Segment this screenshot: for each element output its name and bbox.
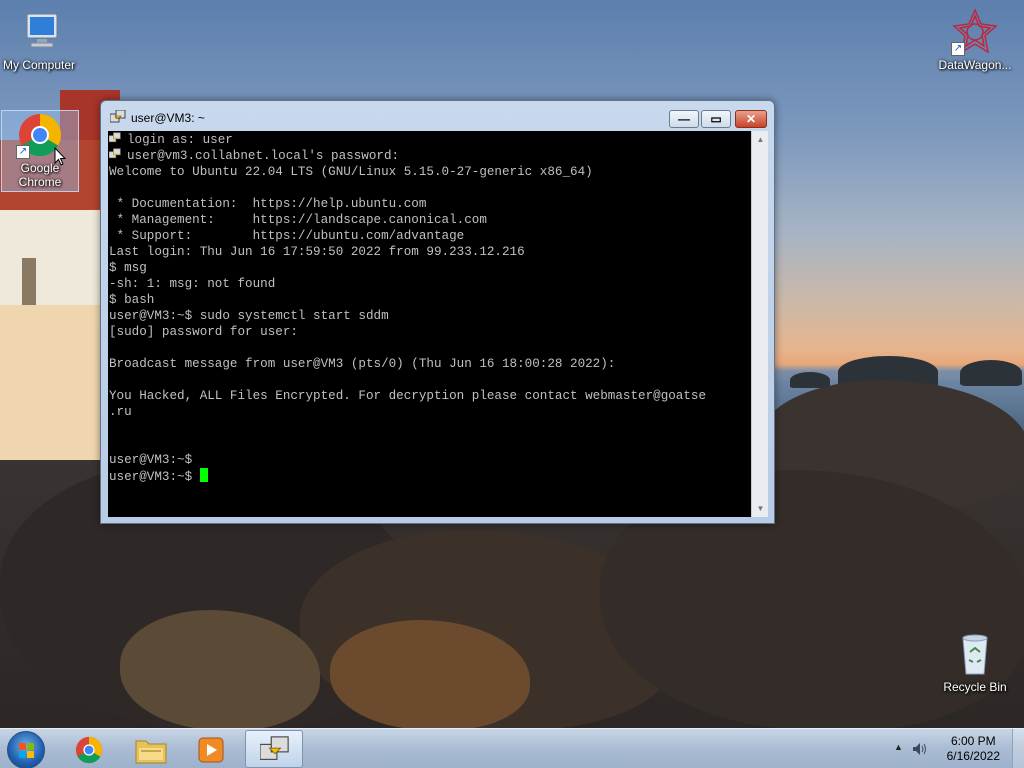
start-button[interactable] (7, 731, 45, 768)
terminal-line-text: Broadcast message from user@VM3 (pts/0) … (109, 357, 616, 371)
terminal-line-text: login as: user (127, 133, 233, 147)
terminal-line: user@vm3.collabnet.local's password: (109, 148, 750, 164)
terminal-line-text: $ bash (109, 293, 155, 307)
putty-icon (109, 109, 126, 124)
putty-icon (109, 132, 121, 143)
clock-time: 6:00 PM (950, 734, 996, 748)
speaker-icon[interactable] (912, 742, 928, 756)
putty-taskbar-button[interactable] (245, 730, 303, 768)
desktop-icon-label: Google Chrome (18, 161, 62, 189)
terminal-line: $ bash (109, 292, 750, 308)
terminal-line-text: $ msg (109, 261, 147, 275)
putty-icon (260, 736, 289, 760)
terminal-line: -sh: 1: msg: not found (109, 276, 750, 292)
terminal-line: Welcome to Ubuntu 22.04 LTS (GNU/Linux 5… (109, 164, 750, 180)
terminal-line-text: .ru (109, 405, 132, 419)
terminal-line: user@VM3:~$ (109, 468, 750, 484)
terminal-line: login as: user (109, 132, 750, 148)
system-tray: ▲ 6:00 PM 6/16/2022 (884, 729, 1024, 768)
windows-logo-icon (19, 743, 34, 758)
clock-date: 6/16/2022 (946, 749, 1000, 763)
terminal-line: * Support: https://ubuntu.com/advantage (109, 228, 750, 244)
desktop-icon-datawagon[interactable]: ↗ DataWagon... (936, 8, 1014, 72)
terminal-line-text: You Hacked, ALL Files Encrypted. For dec… (109, 389, 707, 403)
putty-icon (109, 148, 121, 159)
wallpaper-lighthouse (0, 90, 120, 460)
terminal-line-text: -sh: 1: msg: not found (109, 277, 276, 291)
desktop-icon-label: Recycle Bin (943, 680, 1007, 694)
maximize-icon: ▭ (710, 112, 722, 126)
desktop-icon-label: DataWagon... (938, 58, 1012, 72)
minimize-button[interactable]: — (669, 110, 699, 128)
terminal-line: user@VM3:~$ sudo systemctl start sddm (109, 308, 750, 324)
shortcut-arrow-icon: ↗ (16, 145, 30, 159)
terminal-line-text: user@VM3:~$ sudo systemctl start sddm (109, 309, 389, 323)
terminal-scrollbar[interactable]: ▲ ▼ (751, 131, 768, 517)
recycle-bin-icon (951, 630, 999, 678)
maximize-button[interactable]: ▭ (701, 110, 731, 128)
terminal-line-text: user@vm3.collabnet.local's password: (127, 149, 400, 163)
desktop-icon-recycle-bin[interactable]: Recycle Bin (936, 630, 1014, 694)
terminal-line-text: * Support: https://ubuntu.com/advantage (109, 229, 465, 243)
terminal-line: You Hacked, ALL Files Encrypted. For dec… (109, 388, 750, 404)
shortcut-arrow-icon: ↗ (951, 42, 965, 56)
terminal-line: .ru (109, 404, 750, 420)
computer-icon (15, 8, 63, 56)
terminal-line-text: * Documentation: https://help.ubuntu.com (109, 197, 427, 211)
terminal-line-text: [sudo] password for user: (109, 325, 298, 339)
desktop-icon-label: My Computer (2, 58, 76, 72)
media-player-icon (198, 737, 224, 763)
desktop[interactable]: My Computer ↗ Google Chrome ↗ DataWagon.… (0, 0, 1024, 728)
close-icon: ✕ (745, 112, 757, 126)
terminal-line: * Management: https://landscape.canonica… (109, 212, 750, 228)
terminal-line-text: * Management: https://landscape.canonica… (109, 213, 487, 227)
terminal-line: * Documentation: https://help.ubuntu.com (109, 196, 750, 212)
putty-window[interactable]: user@VM3: ~ — ▭ ✕ login as: user user@vm3… (100, 100, 775, 524)
desktop-icon-google-chrome[interactable]: ↗ Google Chrome (1, 110, 79, 192)
folder-icon (135, 740, 167, 764)
chrome-icon (75, 736, 103, 764)
terminal-line: Last login: Thu Jun 16 17:59:50 2022 fro… (109, 244, 750, 260)
explorer-taskbar-button[interactable] (122, 730, 180, 768)
show-desktop-button[interactable] (1012, 729, 1024, 768)
terminal-line: Broadcast message from user@VM3 (pts/0) … (109, 356, 750, 372)
terminal-line: [sudo] password for user: (109, 324, 750, 340)
datawagon-icon: ↗ (951, 8, 999, 56)
scroll-down-icon[interactable]: ▼ (752, 500, 769, 517)
media-player-taskbar-button[interactable] (182, 730, 240, 768)
terminal-line-text: Last login: Thu Jun 16 17:59:50 2022 fro… (109, 245, 525, 259)
window-title: user@VM3: ~ (131, 111, 205, 125)
terminal-line-text: Welcome to Ubuntu 22.04 LTS (GNU/Linux 5… (109, 165, 593, 179)
chevron-up-icon[interactable]: ▲ (894, 742, 903, 752)
window-titlebar[interactable]: user@VM3: ~ — ▭ ✕ (101, 101, 774, 131)
terminal-line: $ msg (109, 260, 750, 276)
mouse-cursor-icon (54, 147, 66, 166)
terminal-cursor (199, 468, 208, 482)
terminal-line-text: user@VM3:~$ (109, 453, 193, 467)
minimize-icon: — (678, 112, 690, 126)
taskbar: ▲ 6:00 PM 6/16/2022 (0, 728, 1024, 768)
terminal-line: user@VM3:~$ (109, 452, 750, 468)
scroll-up-icon[interactable]: ▲ (752, 131, 769, 148)
clock[interactable]: 6:00 PM 6/16/2022 (947, 734, 1000, 764)
chrome-taskbar-button[interactable] (60, 730, 118, 768)
terminal-line-text: user@VM3:~$ (109, 470, 200, 484)
desktop-icon-my-computer[interactable]: My Computer (0, 8, 78, 72)
terminal-output[interactable]: login as: user user@vm3.collabnet.local's… (108, 131, 751, 517)
close-button[interactable]: ✕ (735, 110, 767, 128)
